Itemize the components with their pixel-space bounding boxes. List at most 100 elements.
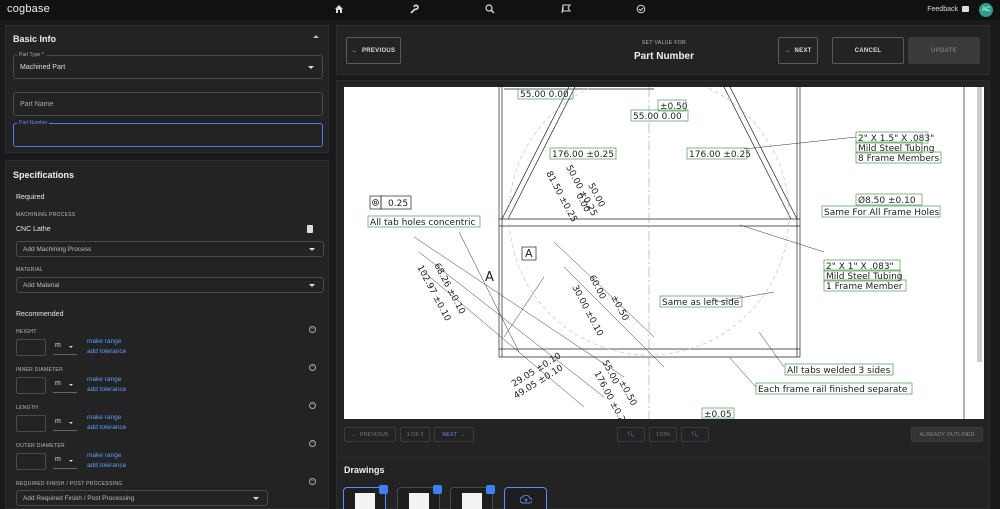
arrow-right-icon: → [784,47,791,54]
inner-diameter-make-range-link[interactable]: make range [87,376,121,383]
chevron-down-icon [69,384,73,386]
document-icon [355,493,375,509]
next-label: NEXT [794,47,812,54]
drawing-dim-text: 176.00 ±0.25 [552,150,614,160]
zoom-out-button[interactable]: 🔍︎ [617,427,645,442]
outer-diameter-input[interactable] [16,453,46,470]
collapse-icon[interactable] [313,35,319,38]
chat-check-icon[interactable] [635,4,647,16]
update-button[interactable]: UPDATE [908,37,980,64]
length-unit-select[interactable]: m [55,418,61,425]
search-icon[interactable] [484,4,496,16]
drawing-thumbnail[interactable] [343,485,388,509]
inner-diameter-add-tolerance-link[interactable]: add tolerance [87,386,126,393]
height-add-tolerance-link[interactable]: add tolerance [87,348,126,355]
specifications-title: Specifications [13,170,75,180]
inner-diameter-input[interactable] [16,377,46,394]
app-logo[interactable]: cogbase [7,3,50,15]
drawing-thumbnail[interactable] [397,485,442,509]
upload-drawing-button[interactable] [504,487,547,509]
drawing-dim-text: 176.00 ±0.25 [689,150,751,160]
flag-icon[interactable] [560,4,572,16]
zoom-in-button[interactable]: 🔍︎ [681,427,709,442]
value-header-card: ← PREVIOUS SET VALUE FOR Part Number → NEX… [336,25,990,75]
drawing-thumbnail[interactable] [450,485,495,509]
zoom-level: 170% [649,427,677,442]
add-material-text: Add Material [23,281,60,289]
chevron-down-icon [308,66,314,69]
drawings-title: Drawings [344,465,385,475]
drawing-dim-text: 60.00 [586,274,607,302]
drawing-dim-text: ±0.50 [616,379,638,408]
add-material-select[interactable]: Add Material [16,277,324,293]
left-panel: Basic Info Machined Part Part Type * Par… [5,25,329,509]
next-button[interactable]: → NEXT [778,37,818,64]
length-label: LENGTH [16,405,39,411]
machining-process-label: MACHINING PROCESS [16,212,76,218]
drawing-note-text: Mild Steel Tubing [826,272,902,282]
height-unit-select[interactable]: m [55,342,61,349]
material-label: MATERIAL [16,267,44,273]
drawing-note-text: 8 Frame Members [858,154,940,164]
length-unit-underline [53,430,77,431]
already-outlined-button[interactable]: ALREADY OUTLINED [911,427,983,442]
part-name-placeholder: Part Name [20,100,54,108]
trash-icon[interactable] [307,225,313,233]
drawing-note-text: Ø8.50 ±0.10 [858,195,916,206]
chevron-down-icon [69,422,73,424]
chevron-down-icon [69,346,73,348]
add-machining-process-select[interactable]: Add Machining Process [16,241,324,257]
chevron-down-icon [309,248,315,251]
part-number-field[interactable] [13,123,323,147]
part-type-select[interactable]: Machined Part [13,55,323,79]
part-type-value: Machined Part [20,63,66,71]
drawing-note-text: Each frame rail finished separate [758,385,908,395]
drawing-note-text: 2" X 1.5" X .083" [858,134,934,144]
viewer-next-label: NEXT [442,431,458,438]
part-number-label: Part Number [17,120,50,126]
length-input[interactable] [16,415,46,432]
feedback-link[interactable]: Feedback [927,6,958,13]
viewer-next-button[interactable]: NEXT → [434,427,474,442]
viewer-previous-button[interactable]: ← PREVIOUS [344,427,396,442]
length-add-tolerance-link[interactable]: add tolerance [87,424,126,431]
remove-height-icon[interactable]: − [309,326,316,333]
part-name-field[interactable]: Part Name [13,92,323,116]
concentric-value-text: 0.25 [388,199,408,209]
avatar[interactable]: AC [979,3,993,17]
outer-diameter-add-tolerance-link[interactable]: add tolerance [87,462,126,469]
drawing-dim-text: 55.00 0.00 [520,90,569,100]
drawing-note-text: Same For All Frame Holes [824,208,940,218]
wrench-icon[interactable] [408,4,420,16]
feedback-icon[interactable] [962,6,969,12]
drawing-canvas[interactable]: 55.00 0.00 ±0.50 55.00 0.00 176.00 ±0.25… [344,87,984,419]
basic-info-card: Basic Info Machined Part Part Type * Par… [5,25,329,153]
inner-diameter-label: INNER DIAMETER [16,367,63,373]
outer-diameter-make-range-link[interactable]: make range [87,452,121,459]
arrow-left-icon: ← [351,431,358,438]
remove-inner-diameter-icon[interactable]: − [309,364,316,371]
height-make-range-link[interactable]: make range [87,338,121,345]
zoom-in-icon: 🔍︎ [691,431,699,438]
height-input[interactable] [16,339,46,356]
remove-outer-diameter-icon[interactable]: − [309,440,316,447]
arrow-right-icon: → [460,431,466,438]
length-make-range-link[interactable]: make range [87,414,121,421]
finish-label: REQUIRED FINISH / POST PROCESSING [16,481,123,487]
cloud-upload-icon [520,495,532,504]
home-icon[interactable] [333,4,345,16]
outer-diameter-unit-select[interactable]: m [55,456,61,463]
add-finish-select[interactable]: Add Required Finish / Post Processing [16,490,268,506]
remove-length-icon[interactable]: − [309,402,316,409]
specifications-card: Specifications Required MACHINING PROCES… [5,160,329,509]
cancel-button[interactable]: CANCEL [832,37,904,64]
remove-finish-icon[interactable]: − [309,478,316,485]
inner-diameter-unit-select[interactable]: m [55,380,61,387]
document-icon [409,493,429,509]
outer-diameter-unit-underline [53,468,77,469]
drawing-note-text: Same as left side [662,298,740,308]
drawing-dim-text: ±0.50 [608,294,630,323]
drawing-dim-text: ±0.50 [660,102,688,112]
chat-badge-icon [433,485,442,494]
top-nav-bar: cogbase Feedback AC [0,0,1000,20]
